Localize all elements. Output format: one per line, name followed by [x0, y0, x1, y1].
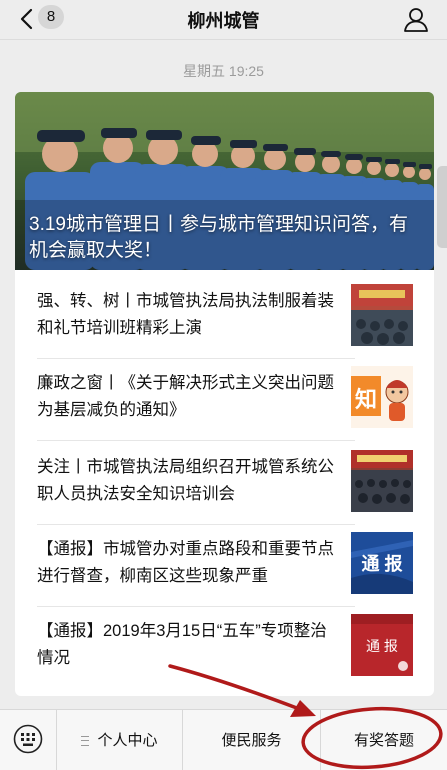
hero-title: 3.19城市管理日丨参与城市管理知识问答，有机会赢取大奖！ — [29, 214, 408, 261]
notice-banner-blue-thumbnail: 通 报 — [351, 532, 413, 594]
article-title: 廉政之窗丨《关于解决形式主义突出问题为基层减负的通知》 — [37, 374, 334, 419]
article-card: 3.19城市管理日丨参与城市管理知识问答，有机会赢取大奖！ 强、转、树丨市城管执… — [15, 92, 434, 696]
list-item[interactable]: 强、转、树丨市城管执法局执法制服着装和礼节培训班精彩上演 — [37, 278, 413, 358]
submenu-icon — [81, 736, 90, 746]
message-timestamp: 星期五 19:25 — [183, 63, 264, 79]
divider — [37, 524, 355, 525]
side-scroll-handle[interactable] — [437, 166, 447, 248]
notice-banner-red-thumbnail: 通 报 — [351, 614, 413, 676]
menu-item-convenience-services[interactable]: 便民服务 — [183, 710, 320, 770]
conference-photo-thumbnail — [351, 450, 413, 512]
thumbnail-label: 知 — [355, 387, 378, 412]
thumbnail-label: 通 报 — [361, 554, 403, 574]
top-navigation-bar: 8 柳州城管 — [0, 0, 447, 40]
meeting-photo-thumbnail — [351, 284, 413, 346]
list-item[interactable]: 【通报】市城管办对重点路段和重要节点进行督查，柳南区这些现象严重 通 报 — [37, 526, 413, 606]
bottom-menu-bar: 个人中心 便民服务 有奖答题 — [0, 709, 447, 770]
page-title: 柳州城管 — [187, 11, 260, 31]
divider — [37, 358, 355, 359]
list-item[interactable]: 关注丨市城管执法局组织召开城管系统公职人员执法安全知识培训会 — [37, 444, 413, 524]
article-title: 【通报】市城管办对重点路段和重要节点进行督查，柳南区这些现象严重 — [37, 540, 334, 585]
menu-item-label: 有奖答题 — [353, 732, 414, 749]
menu-item-prize-quiz[interactable]: 有奖答题 — [321, 710, 447, 770]
list-item[interactable]: 【通报】2019年3月15日“五车”专项整治情况 通 报 — [37, 608, 413, 688]
article-title: 强、转、树丨市城管执法局执法制服着装和礼节培训班精彩上演 — [37, 292, 334, 337]
keyboard-icon[interactable] — [13, 724, 43, 754]
article-title: 【通报】2019年3月15日“五车”专项整治情况 — [37, 622, 327, 667]
cartoon-notice-thumbnail: 知 — [351, 366, 413, 428]
menu-item-label: 个人中心 — [97, 732, 158, 749]
list-item[interactable]: 廉政之窗丨《关于解决形式主义突出问题为基层减负的通知》 知 — [37, 360, 413, 440]
divider — [37, 440, 355, 441]
thumbnail-label: 通 报 — [366, 638, 398, 654]
menu-item-label: 便民服务 — [221, 732, 282, 749]
article-title: 关注丨市城管执法局组织召开城管系统公职人员执法安全知识培训会 — [37, 458, 334, 503]
divider — [37, 606, 355, 607]
hero-article[interactable]: 3.19城市管理日丨参与城市管理知识问答，有机会赢取大奖！ — [15, 92, 434, 270]
menu-item-personal-center[interactable]: 个人中心 — [57, 710, 182, 770]
person-icon[interactable] — [403, 6, 429, 32]
